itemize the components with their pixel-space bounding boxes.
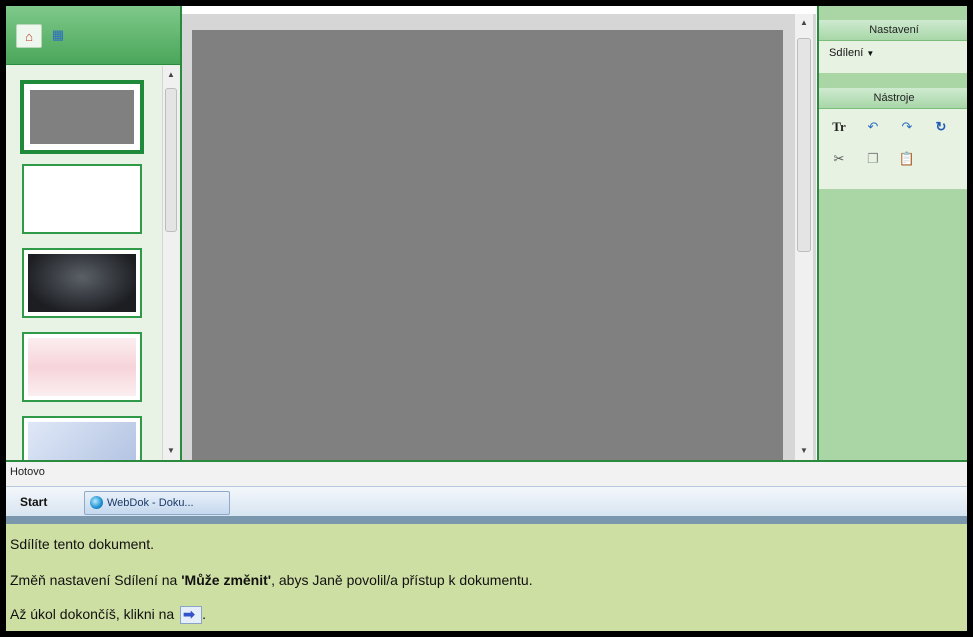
grid-icon: ▦ <box>51 27 65 42</box>
status-bar: Hotovo <box>6 460 967 486</box>
slide-thumbnail-5[interactable] <box>22 416 142 460</box>
next-button[interactable]: ➡ <box>180 606 203 625</box>
refresh-icon[interactable]: ↻ <box>931 117 951 137</box>
copy-icon[interactable]: ❐ <box>863 149 883 169</box>
slide-thumbnail-1[interactable] <box>20 80 144 154</box>
tools-section: Tr ↶ ↷ ↻ ✂ ❐ 📋 <box>819 109 967 189</box>
status-text: Hotovo <box>10 466 45 478</box>
side-panel: Nastavení Sdílení ▼ Nástroje Tr ↶ ↷ ↻ ✂ … <box>817 6 967 460</box>
undo-icon[interactable]: ↶ <box>863 117 883 137</box>
text-format-button[interactable]: Tr <box>829 117 849 137</box>
share-label: Sdílení <box>829 47 864 59</box>
instruction-line-2-prefix: Změň nastavení Sdílení na <box>10 572 182 588</box>
app-window: ⌂ ▦ ▲ ▼ ▲ ▼ Nastavení Sdílení ▼ Nástroje… <box>6 6 967 631</box>
instruction-line-3: Až úkol dokončíš, klikni na ➡. <box>10 606 206 625</box>
settings-section: Sdílení ▼ <box>819 41 967 73</box>
settings-header: Nastavení <box>819 20 967 41</box>
divider-bar <box>6 516 967 524</box>
home-view-button[interactable]: ⌂ <box>16 24 42 48</box>
thumbnail-list <box>6 66 162 460</box>
paste-icon[interactable]: 📋 <box>897 149 917 169</box>
slide-thumbnail-2[interactable] <box>22 164 142 234</box>
thumbnail-scrollbar[interactable]: ▲ ▼ <box>162 66 179 460</box>
scrollbar-thumb[interactable] <box>165 88 177 232</box>
editor-scrollbar[interactable]: ▲ ▼ <box>794 14 813 460</box>
scroll-down-arrow-icon[interactable]: ▼ <box>163 444 179 458</box>
browser-icon <box>90 496 103 509</box>
start-button[interactable]: Start <box>20 495 47 509</box>
slide-thumbnail-4[interactable] <box>22 332 142 402</box>
dropdown-arrow-icon: ▼ <box>866 49 875 58</box>
taskbar: Start WebDok - Doku... <box>6 486 967 517</box>
slide-thumbnails-panel: ⌂ ▦ ▲ ▼ <box>6 6 182 460</box>
instruction-line-3-text: Až úkol dokončíš, klikni na <box>10 606 175 622</box>
grid-view-button[interactable]: ▦ <box>46 24 70 46</box>
right-arrow-icon: ➡ <box>183 606 195 623</box>
redo-icon[interactable]: ↷ <box>897 117 917 137</box>
scroll-up-arrow-icon[interactable]: ▲ <box>795 16 813 30</box>
home-icon: ⌂ <box>25 28 33 44</box>
cut-icon[interactable]: ✂ <box>829 149 849 169</box>
editor-area: ▲ ▼ <box>182 14 816 460</box>
slide-thumbnail-3[interactable] <box>22 248 142 318</box>
taskbar-window-item[interactable]: WebDok - Doku... <box>84 491 230 515</box>
taskbar-window-label: WebDok - Doku... <box>107 497 194 509</box>
instructions-panel: Sdílíte tento dokument. Změň nastavení S… <box>6 524 967 631</box>
scroll-down-arrow-icon[interactable]: ▼ <box>795 444 813 458</box>
instruction-option-name: 'Může změnit' <box>181 572 272 588</box>
instruction-line-2: Změň nastavení Sdílení na 'Může změnit',… <box>10 572 533 588</box>
tools-header: Nástroje <box>819 88 967 109</box>
scroll-up-arrow-icon[interactable]: ▲ <box>163 68 179 82</box>
share-dropdown[interactable]: Sdílení ▼ <box>829 47 874 59</box>
scrollbar-thumb[interactable] <box>797 38 811 252</box>
instruction-line-2-suffix: , abys Janě povolil/a přístup k dokument… <box>271 572 533 588</box>
thumbnail-toolbar: ⌂ ▦ <box>6 6 180 65</box>
slide-canvas[interactable] <box>192 30 783 460</box>
instruction-line-1: Sdílíte tento dokument. <box>10 536 154 552</box>
